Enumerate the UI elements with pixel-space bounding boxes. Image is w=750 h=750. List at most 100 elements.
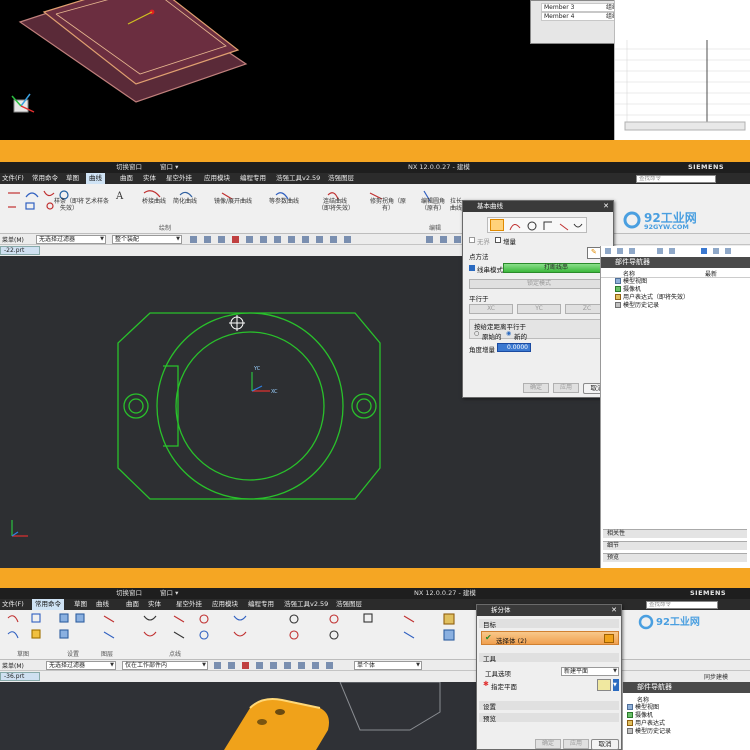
selection-filter-combo[interactable]: 无选择过滤器 bbox=[46, 661, 116, 670]
section-details[interactable]: 细节 bbox=[603, 541, 747, 550]
menu-haoqiang-tools[interactable]: 浩强工具v2.59 bbox=[284, 599, 328, 610]
menu-surface[interactable]: 曲面 bbox=[126, 599, 139, 610]
separator-bar bbox=[0, 568, 750, 588]
menu-haoqiang-tools[interactable]: 浩强工具v2.59 bbox=[276, 173, 320, 184]
menu-common[interactable]: 常用命令 bbox=[32, 173, 58, 184]
settings-section-header[interactable]: 设置 bbox=[479, 701, 619, 711]
infinite-checkbox[interactable] bbox=[469, 237, 475, 243]
break-string-button[interactable]: 打断线串 bbox=[503, 263, 609, 273]
nav-item-model-views[interactable]: 模型视图 bbox=[627, 704, 659, 712]
view-triad-icon[interactable] bbox=[11, 93, 35, 113]
parallel-xc-button[interactable]: XC bbox=[469, 304, 513, 314]
cancel-button[interactable]: 取消 bbox=[591, 739, 619, 750]
section-preview[interactable]: 预览 bbox=[603, 553, 747, 562]
menu-sketch[interactable]: 草图 bbox=[66, 173, 79, 184]
original-radio[interactable]: ○ bbox=[474, 330, 479, 337]
column-name[interactable]: 名称 bbox=[637, 695, 649, 704]
tool-isoparametric-label[interactable]: 等参数曲线 bbox=[266, 198, 302, 205]
nav-item-model-views[interactable]: 模型视图 bbox=[615, 278, 647, 286]
menu-haoqiang-layers[interactable]: 浩强图层 bbox=[336, 599, 362, 610]
new-radio[interactable]: ◉ bbox=[506, 330, 511, 337]
menu-solid[interactable]: 实体 bbox=[143, 173, 156, 184]
axis-label-yc: YC bbox=[253, 366, 261, 372]
menu-haoqiang-layers[interactable]: 浩强图层 bbox=[328, 173, 354, 184]
apply-button[interactable]: 应用 bbox=[563, 739, 589, 749]
lock-mode-button[interactable]: 锁定模式 bbox=[469, 279, 609, 289]
nav-item-user-expressions[interactable]: 用户表达式（即将失效） bbox=[615, 294, 689, 302]
close-icon[interactable]: ✕ bbox=[611, 606, 617, 614]
tool-section-header[interactable]: 工具 bbox=[479, 653, 619, 663]
menu-file[interactable]: 文件(F) bbox=[2, 173, 24, 184]
menu-dropdown-button[interactable]: 菜单(M) bbox=[2, 661, 24, 670]
tool-stretch-label[interactable]: 拉长曲线 bbox=[450, 198, 462, 212]
nav-item-user-expressions[interactable]: 用户表达式 bbox=[627, 720, 665, 728]
menu-common[interactable]: 常用命令 bbox=[32, 599, 64, 610]
selection-filter-combo[interactable]: 无选择过滤器 bbox=[36, 235, 106, 244]
ok-button[interactable]: 确定 bbox=[535, 739, 561, 749]
arc-circle-fillet-icons[interactable] bbox=[508, 220, 586, 232]
menu-programming[interactable]: 编程专用 bbox=[248, 599, 274, 610]
left-hole-inner bbox=[128, 398, 144, 414]
tool-option-combo[interactable]: 新建平面 bbox=[561, 667, 619, 676]
menu-bar: 文件(F) 常用命令 草图 曲线 曲面 实体 星空外挂 应用模块 编程专用 浩强… bbox=[0, 173, 750, 184]
menu-curve[interactable]: 曲线 bbox=[86, 173, 105, 184]
file-tab[interactable]: -22.prt bbox=[0, 246, 40, 255]
menu-dropdown-button[interactable]: 菜单(M) bbox=[2, 235, 24, 244]
tool-mirror-curve-label[interactable]: 镜像/展开曲线 bbox=[210, 198, 256, 205]
nav-item-model-history[interactable]: 模型历史记录 bbox=[627, 728, 671, 736]
switch-window-button[interactable]: 切换窗口 bbox=[116, 588, 142, 599]
tool-edit-fillet-label[interactable]: 编辑圆角（原有） bbox=[416, 198, 450, 212]
selection-scope-combo[interactable]: 仅在工作部件内 bbox=[122, 661, 208, 670]
target-section-header[interactable]: 目标 bbox=[479, 619, 619, 629]
ribbon-icon-strip[interactable] bbox=[4, 612, 474, 650]
menu-application[interactable]: 应用模块 bbox=[204, 173, 230, 184]
tool-trim-corner-label[interactable]: 修剪拐角（原有） bbox=[370, 198, 406, 212]
title-bar: 切换窗口 窗口 ▾ NX 12.0.0.27 - 建模 SIEMENS bbox=[0, 162, 750, 173]
ok-button[interactable]: 确定 bbox=[523, 383, 549, 393]
window-menu-button[interactable]: 窗口 ▾ bbox=[160, 162, 178, 173]
preview-section-header[interactable]: 预览 bbox=[479, 713, 619, 723]
close-icon[interactable]: ✕ bbox=[603, 202, 609, 210]
tool-spline-label[interactable]: 样条（即将失效） bbox=[54, 198, 84, 212]
new-label: 新的 bbox=[514, 333, 527, 341]
tool-studio-spline-label[interactable]: 艺术样条 bbox=[82, 198, 112, 205]
nav-item-cameras[interactable]: 摄像机 bbox=[627, 712, 653, 720]
menu-sketch[interactable]: 草图 bbox=[74, 599, 87, 610]
switch-window-button[interactable]: 切换窗口 bbox=[116, 162, 142, 173]
menu-plugin[interactable]: 星空外挂 bbox=[176, 599, 202, 610]
menu-file[interactable]: 文件(F) bbox=[2, 599, 24, 610]
menu-plugin[interactable]: 星空外挂 bbox=[166, 173, 192, 184]
menu-programming[interactable]: 编程专用 bbox=[240, 173, 266, 184]
section-dependencies[interactable]: 相关性 bbox=[603, 529, 747, 538]
part-hole bbox=[275, 709, 285, 715]
increment-checkbox[interactable] bbox=[495, 237, 501, 243]
tool-simplify-curve-label[interactable]: 简化曲线 bbox=[170, 198, 200, 205]
nav-item-model-history[interactable]: 模型历史记录 bbox=[615, 302, 659, 310]
chevron-down-icon[interactable]: ▼ bbox=[613, 679, 619, 691]
plane-dialog-icon[interactable] bbox=[597, 679, 611, 691]
nav-item-cameras[interactable]: 摄像机 bbox=[615, 286, 641, 294]
body-type-combo[interactable]: 单个体 bbox=[354, 661, 422, 670]
selection-icons[interactable] bbox=[214, 661, 350, 670]
navigator-toolbar-icons[interactable] bbox=[601, 246, 750, 256]
select-body-row[interactable]: ✔ 选择体 (2) bbox=[481, 631, 619, 645]
command-search-input[interactable]: 查找命令 bbox=[646, 601, 718, 609]
line-tool-icon[interactable] bbox=[490, 219, 504, 231]
menu-surface[interactable]: 曲面 bbox=[120, 173, 133, 184]
selection-scope-combo[interactable]: 整个装配 bbox=[112, 235, 182, 244]
menu-curve[interactable]: 曲线 bbox=[96, 599, 109, 610]
parallel-yc-button[interactable]: YC bbox=[517, 304, 561, 314]
file-tab[interactable]: -36.prt bbox=[0, 672, 40, 681]
dialog-title: 拆分体 bbox=[477, 605, 621, 616]
menu-solid[interactable]: 实体 bbox=[148, 599, 161, 610]
tool-bridge-curve-label[interactable]: 桥接曲线 bbox=[138, 198, 170, 205]
window-menu-button[interactable]: 窗口 ▾ bbox=[160, 588, 178, 599]
string-mode-checkbox[interactable] bbox=[469, 265, 475, 271]
apply-button[interactable]: 应用 bbox=[553, 383, 579, 393]
angle-increment-input[interactable]: 0.0000 bbox=[497, 343, 531, 352]
plate-3d-view bbox=[11, 0, 248, 113]
command-search-input[interactable]: 查找命令 bbox=[636, 175, 716, 183]
menu-application[interactable]: 应用模块 bbox=[212, 599, 238, 610]
tool-join-curve-label[interactable]: 连结曲线（即将失效） bbox=[318, 198, 354, 212]
check-icon: ✔ bbox=[485, 633, 492, 642]
